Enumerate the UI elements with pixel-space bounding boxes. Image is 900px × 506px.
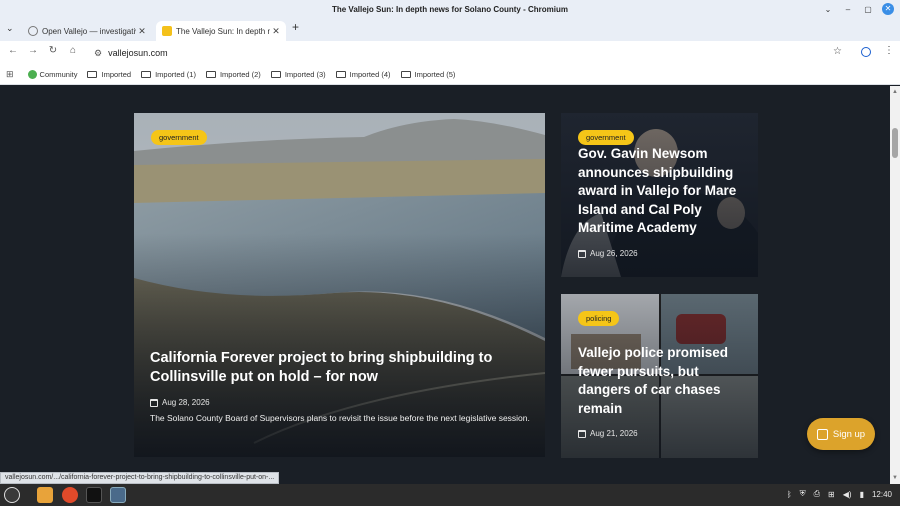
article-date-text: Aug 26, 2026: [590, 249, 638, 258]
page-scrollbar[interactable]: ▲ ▼: [890, 86, 900, 484]
new-tab-icon[interactable]: +: [292, 20, 299, 34]
bookmark-label: Community: [39, 70, 78, 79]
address-bar[interactable]: ⚙ vallejosun.com: [88, 43, 848, 63]
article-headline[interactable]: Gov. Gavin Newsom announces shipbuilding…: [578, 145, 748, 238]
bookmark-imported-5[interactable]: Imported (5): [400, 70, 456, 79]
forward-arrow-icon[interactable]: →: [26, 45, 40, 56]
folder-icon: [335, 71, 346, 78]
scroll-down-icon[interactable]: ▼: [892, 475, 898, 481]
article-card-main[interactable]: government California Forever project to…: [134, 113, 545, 457]
signup-button[interactable]: Sign up: [807, 418, 875, 450]
bookmark-imported-1[interactable]: Imported (1): [141, 70, 196, 79]
window-titlebar: The Vallejo Sun: In depth news for Solan…: [0, 0, 900, 19]
tab-open-vallejo[interactable]: Open Vallejo — investigative ✕: [22, 21, 152, 41]
folder-icon: [400, 71, 411, 78]
apps-grid-icon[interactable]: ⊞: [6, 69, 14, 80]
article-date: Aug 28, 2026: [150, 398, 210, 407]
tab-strip: ⌄ Open Vallejo — investigative ✕ The Val…: [0, 19, 900, 41]
article-card-bottom[interactable]: policing Vallejo police promised fewer p…: [561, 294, 758, 458]
tab-close-icon[interactable]: ✕: [270, 26, 282, 37]
terminal-icon[interactable]: [86, 487, 102, 503]
link-status-bubble: vallejosun.com/.../california-forever-pr…: [0, 472, 280, 484]
bookmark-label: Imported (4): [349, 70, 391, 79]
clock-text[interactable]: 12:40: [872, 490, 892, 499]
bookmark-imported-3[interactable]: Imported (3): [270, 70, 326, 79]
window-controls: ⌄ – ▢ ✕: [822, 3, 894, 15]
browser-toolbar: ← → ↻ ⌂ ⚙ vallejosun.com ☆ ⋮: [0, 41, 900, 65]
chevron-down-icon[interactable]: ⌄: [822, 5, 834, 14]
folder-icon: [205, 71, 216, 78]
shield-icon[interactable]: ⛨: [800, 489, 806, 499]
tab-label: The Vallejo Sun: In depth news: [176, 26, 270, 36]
bluetooth-icon[interactable]: ᛒ: [787, 490, 792, 499]
url-text[interactable]: vallejosun.com: [108, 48, 168, 58]
home-icon[interactable]: ⌂: [66, 45, 80, 56]
profile-icon[interactable]: [861, 47, 871, 57]
signup-label: Sign up: [832, 428, 866, 440]
site-info-icon[interactable]: ⚙: [94, 48, 102, 59]
bookmark-label: Imported (3): [284, 70, 326, 79]
volume-icon[interactable]: ◀): [843, 490, 852, 499]
window-title: The Vallejo Sun: In depth news for Solan…: [331, 5, 568, 14]
os-taskbar: ᛒ ⛨ ⎙ ⊞ ◀) ▮ 12:40: [0, 484, 900, 506]
back-arrow-icon[interactable]: ←: [6, 45, 20, 56]
folder-icon: [141, 71, 152, 78]
close-icon[interactable]: ✕: [882, 3, 894, 15]
tab-search-icon[interactable]: ⌄: [6, 23, 14, 34]
article-date: Aug 26, 2026: [578, 249, 638, 258]
folder-icon: [270, 71, 281, 78]
newsletter-icon: [816, 428, 828, 440]
bookmark-label: Imported (5): [414, 70, 456, 79]
printer-icon[interactable]: ⎙: [814, 489, 820, 499]
article-date: Aug 21, 2026: [578, 429, 638, 438]
open-vallejo-favicon-icon: [28, 26, 38, 36]
tab-close-icon[interactable]: ✕: [136, 26, 148, 37]
calendar-icon: [578, 249, 586, 258]
tab-label: Open Vallejo — investigative: [42, 26, 136, 36]
minimize-icon[interactable]: –: [842, 5, 854, 14]
bookmark-imported-4[interactable]: Imported (4): [335, 70, 391, 79]
bookmark-imported[interactable]: Imported: [87, 70, 131, 79]
bookmarks-bar: ⊞ Community Imported Imported (1) Import…: [0, 65, 900, 85]
category-badge[interactable]: government: [151, 130, 207, 145]
bookmark-label: Imported: [101, 70, 132, 79]
battery-icon[interactable]: ▮: [860, 490, 864, 499]
community-icon: [27, 70, 37, 79]
bookmark-imported-2[interactable]: Imported (2): [205, 70, 261, 79]
calendar-icon: [578, 429, 586, 438]
scrollbar-thumb[interactable]: [892, 128, 898, 158]
bookmark-community[interactable]: Community: [27, 70, 78, 79]
category-badge[interactable]: policing: [578, 311, 620, 326]
category-badge[interactable]: government: [578, 130, 634, 145]
start-menu-icon[interactable]: [4, 487, 20, 503]
system-tray: ᛒ ⛨ ⎙ ⊞ ◀) ▮ 12:40: [787, 489, 892, 499]
maximize-icon[interactable]: ▢: [862, 5, 874, 14]
file-manager-icon[interactable]: [37, 487, 53, 503]
article-date-text: Aug 21, 2026: [590, 429, 638, 438]
page-content: government California Forever project to…: [0, 86, 890, 484]
bookmark-label: Imported (1): [155, 70, 196, 79]
vallejo-sun-favicon-icon: [162, 26, 172, 36]
chromium-icon[interactable]: [110, 487, 126, 503]
reload-icon[interactable]: ↻: [46, 45, 60, 56]
article-headline[interactable]: Vallejo police promised fewer pursuits, …: [578, 344, 748, 418]
article-date-text: Aug 28, 2026: [162, 398, 210, 407]
scroll-up-icon[interactable]: ▲: [892, 89, 898, 95]
calendar-icon: [150, 398, 158, 407]
network-icon[interactable]: ⊞: [828, 490, 835, 499]
article-card-top[interactable]: government Gov. Gavin Newsom announces s…: [561, 113, 758, 277]
article-dek: The Solano County Board of Supervisors p…: [150, 413, 530, 423]
tab-vallejo-sun[interactable]: The Vallejo Sun: In depth news ✕: [156, 21, 286, 41]
bookmark-label: Imported (2): [219, 70, 261, 79]
folder-icon: [87, 71, 98, 78]
menu-kebab-icon[interactable]: ⋮: [884, 45, 894, 56]
article-headline[interactable]: California Forever project to bring ship…: [150, 349, 530, 387]
firefox-icon[interactable]: [62, 487, 78, 503]
bookmark-star-icon[interactable]: ☆: [833, 46, 842, 57]
